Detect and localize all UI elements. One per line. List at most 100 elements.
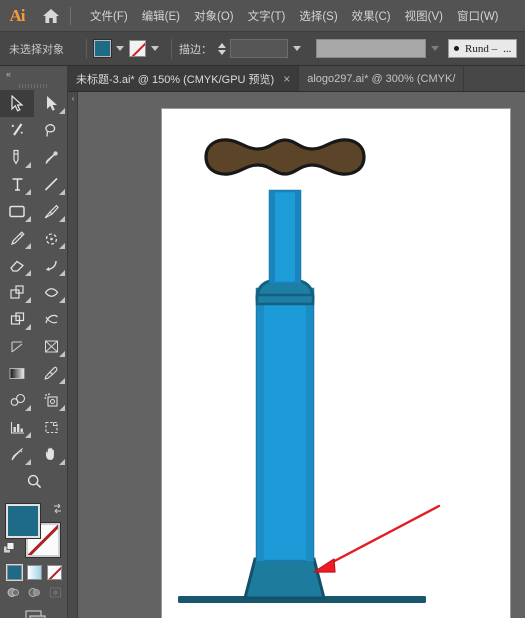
pump-collar-band [255,293,315,306]
brush-dot-icon [454,46,459,51]
swap-fill-stroke-icon[interactable] [51,502,64,515]
slice-tool[interactable] [0,441,34,468]
zoom-tool-row [0,468,68,495]
brush-definition-select[interactable]: Rund – ... [448,39,518,58]
pump-artwork [178,138,441,603]
stroke-weight-stepper[interactable] [216,40,227,58]
reflect-tool[interactable] [34,252,68,279]
annotation-arrow [313,504,441,573]
artboard[interactable] [162,109,510,618]
tab-alogo297[interactable]: alogo297.ai* @ 300% (CMYK/ [299,66,465,91]
draw-mode-buttons [0,585,68,600]
pump-handle [204,138,366,176]
rectangle-tool[interactable] [0,198,34,225]
menu-bar: Ai 文件(F) 编辑(E) 对象(O) 文字(T) 选择(S) 效果(C) 视… [0,0,525,32]
stroke-weight-label: 描边： [179,43,212,56]
gradient-tool[interactable] [0,360,34,387]
free-transform-tool[interactable] [34,306,68,333]
menu-select[interactable]: 选择(S) [292,4,344,28]
pump-base [243,557,326,600]
fill-color-box[interactable] [5,503,41,539]
type-tool[interactable] [0,171,34,198]
dock-expand-chevron-icon[interactable]: ‹ [68,94,77,103]
app-logo-icon: Ai [9,5,26,25]
illustrator-window: Ai 文件(F) 编辑(E) 对象(O) 文字(T) 选择(S) 效果(C) 视… [0,0,525,618]
stroke-weight-input[interactable] [230,39,288,58]
curvature-tool[interactable] [34,144,68,171]
stroke-chevron-down-icon[interactable] [151,46,159,51]
lasso-tool[interactable] [34,117,68,144]
stroke-profile-input[interactable] [316,39,426,58]
pencil-tool[interactable] [0,225,34,252]
control-bar: 未选择对象 描边： Rund – ... [0,32,525,66]
document-tab-bar: 未标题-3.ai* @ 150% (CMYK/GPU 预览) × alogo29… [68,66,525,92]
selection-tool[interactable] [0,90,34,117]
draw-behind-button[interactable] [26,585,43,600]
puppet-warp-tool[interactable] [0,333,34,360]
menu-type[interactable]: 文字(T) [241,4,293,28]
hand-tool[interactable] [34,441,68,468]
direct-selection-tool[interactable] [34,90,68,117]
gradient-swatch-button[interactable] [26,565,42,580]
stepper-up-icon[interactable] [217,42,226,48]
fill-stroke-control [0,500,68,562]
blend-tool[interactable] [0,387,34,414]
tools-collapse-icon[interactable]: « [0,66,67,81]
line-segment-tool[interactable] [34,171,68,198]
pump-body-shade-left [257,289,264,561]
width-tool[interactable] [34,279,68,306]
menu-window[interactable]: 窗口(W) [450,4,506,28]
none-swatch-button[interactable] [46,565,62,580]
stepper-down-icon[interactable] [217,49,226,55]
screen-mode-row [0,608,68,618]
pump-body [255,287,315,563]
magic-wand-tool[interactable] [0,117,34,144]
perspective-grid-tool[interactable] [34,333,68,360]
zoom-tool[interactable] [17,468,51,495]
menu-effect[interactable]: 效果(C) [345,4,398,28]
tools-drag-grip[interactable] [0,81,67,90]
tab-untitled-3[interactable]: 未标题-3.ai* @ 150% (CMYK/GPU 预览) × [68,66,300,91]
menu-divider [70,6,71,25]
menu-item-list: 文件(F) 编辑(E) 对象(O) 文字(T) 选择(S) 效果(C) 视图(V… [83,4,506,28]
menu-file[interactable]: 文件(F) [83,4,135,28]
menu-edit[interactable]: 编辑(E) [135,4,187,28]
eraser-tool[interactable] [0,252,34,279]
column-graph-tool[interactable] [0,414,34,441]
pump-shaft-shade-right [295,191,300,283]
color-mode-buttons [0,564,68,581]
pen-tool[interactable] [0,144,34,171]
tool-grid [0,90,68,495]
stroke-color-swatch[interactable] [129,40,146,57]
tab-label: alogo297.ai* @ 300% (CMYK/ [307,72,456,85]
fill-chevron-down-icon[interactable] [116,46,124,51]
symbol-sprayer-tool[interactable] [34,387,68,414]
tab-label: 未标题-3.ai* @ 150% (CMYK/GPU 预览) [76,73,275,86]
artboard-tool[interactable] [34,414,68,441]
stroke-profile-chevron-down-icon[interactable] [431,46,439,51]
eyedropper-tool[interactable] [34,360,68,387]
menu-view[interactable]: 视图(V) [398,4,450,28]
control-divider-2 [171,38,172,59]
selection-status-label: 未选择对象 [9,43,64,56]
brush-definition-label: Rund – [465,42,498,55]
canvas-area[interactable] [78,92,525,618]
fill-color-swatch[interactable] [93,39,112,58]
home-icon[interactable] [34,0,68,32]
draw-inside-button[interactable] [47,585,64,600]
pump-shaft-shade-left [270,191,275,283]
rotate-tool[interactable] [34,225,68,252]
paintbrush-tool[interactable] [34,198,68,225]
panel-dock-strip[interactable]: ‹ [68,92,78,618]
change-screen-mode-icon[interactable] [18,608,50,618]
menu-object[interactable]: 对象(O) [187,4,241,28]
color-swatch-button[interactable] [5,564,23,581]
draw-normal-button[interactable] [5,585,22,600]
default-fill-stroke-icon[interactable] [3,542,17,556]
shape-builder-tool[interactable] [0,306,34,333]
stroke-weight-chevron-down-icon[interactable] [293,46,301,51]
control-divider [86,38,87,59]
tools-panel: « [0,66,68,618]
tab-close-icon[interactable]: × [283,73,290,85]
scale-tool[interactable] [0,279,34,306]
